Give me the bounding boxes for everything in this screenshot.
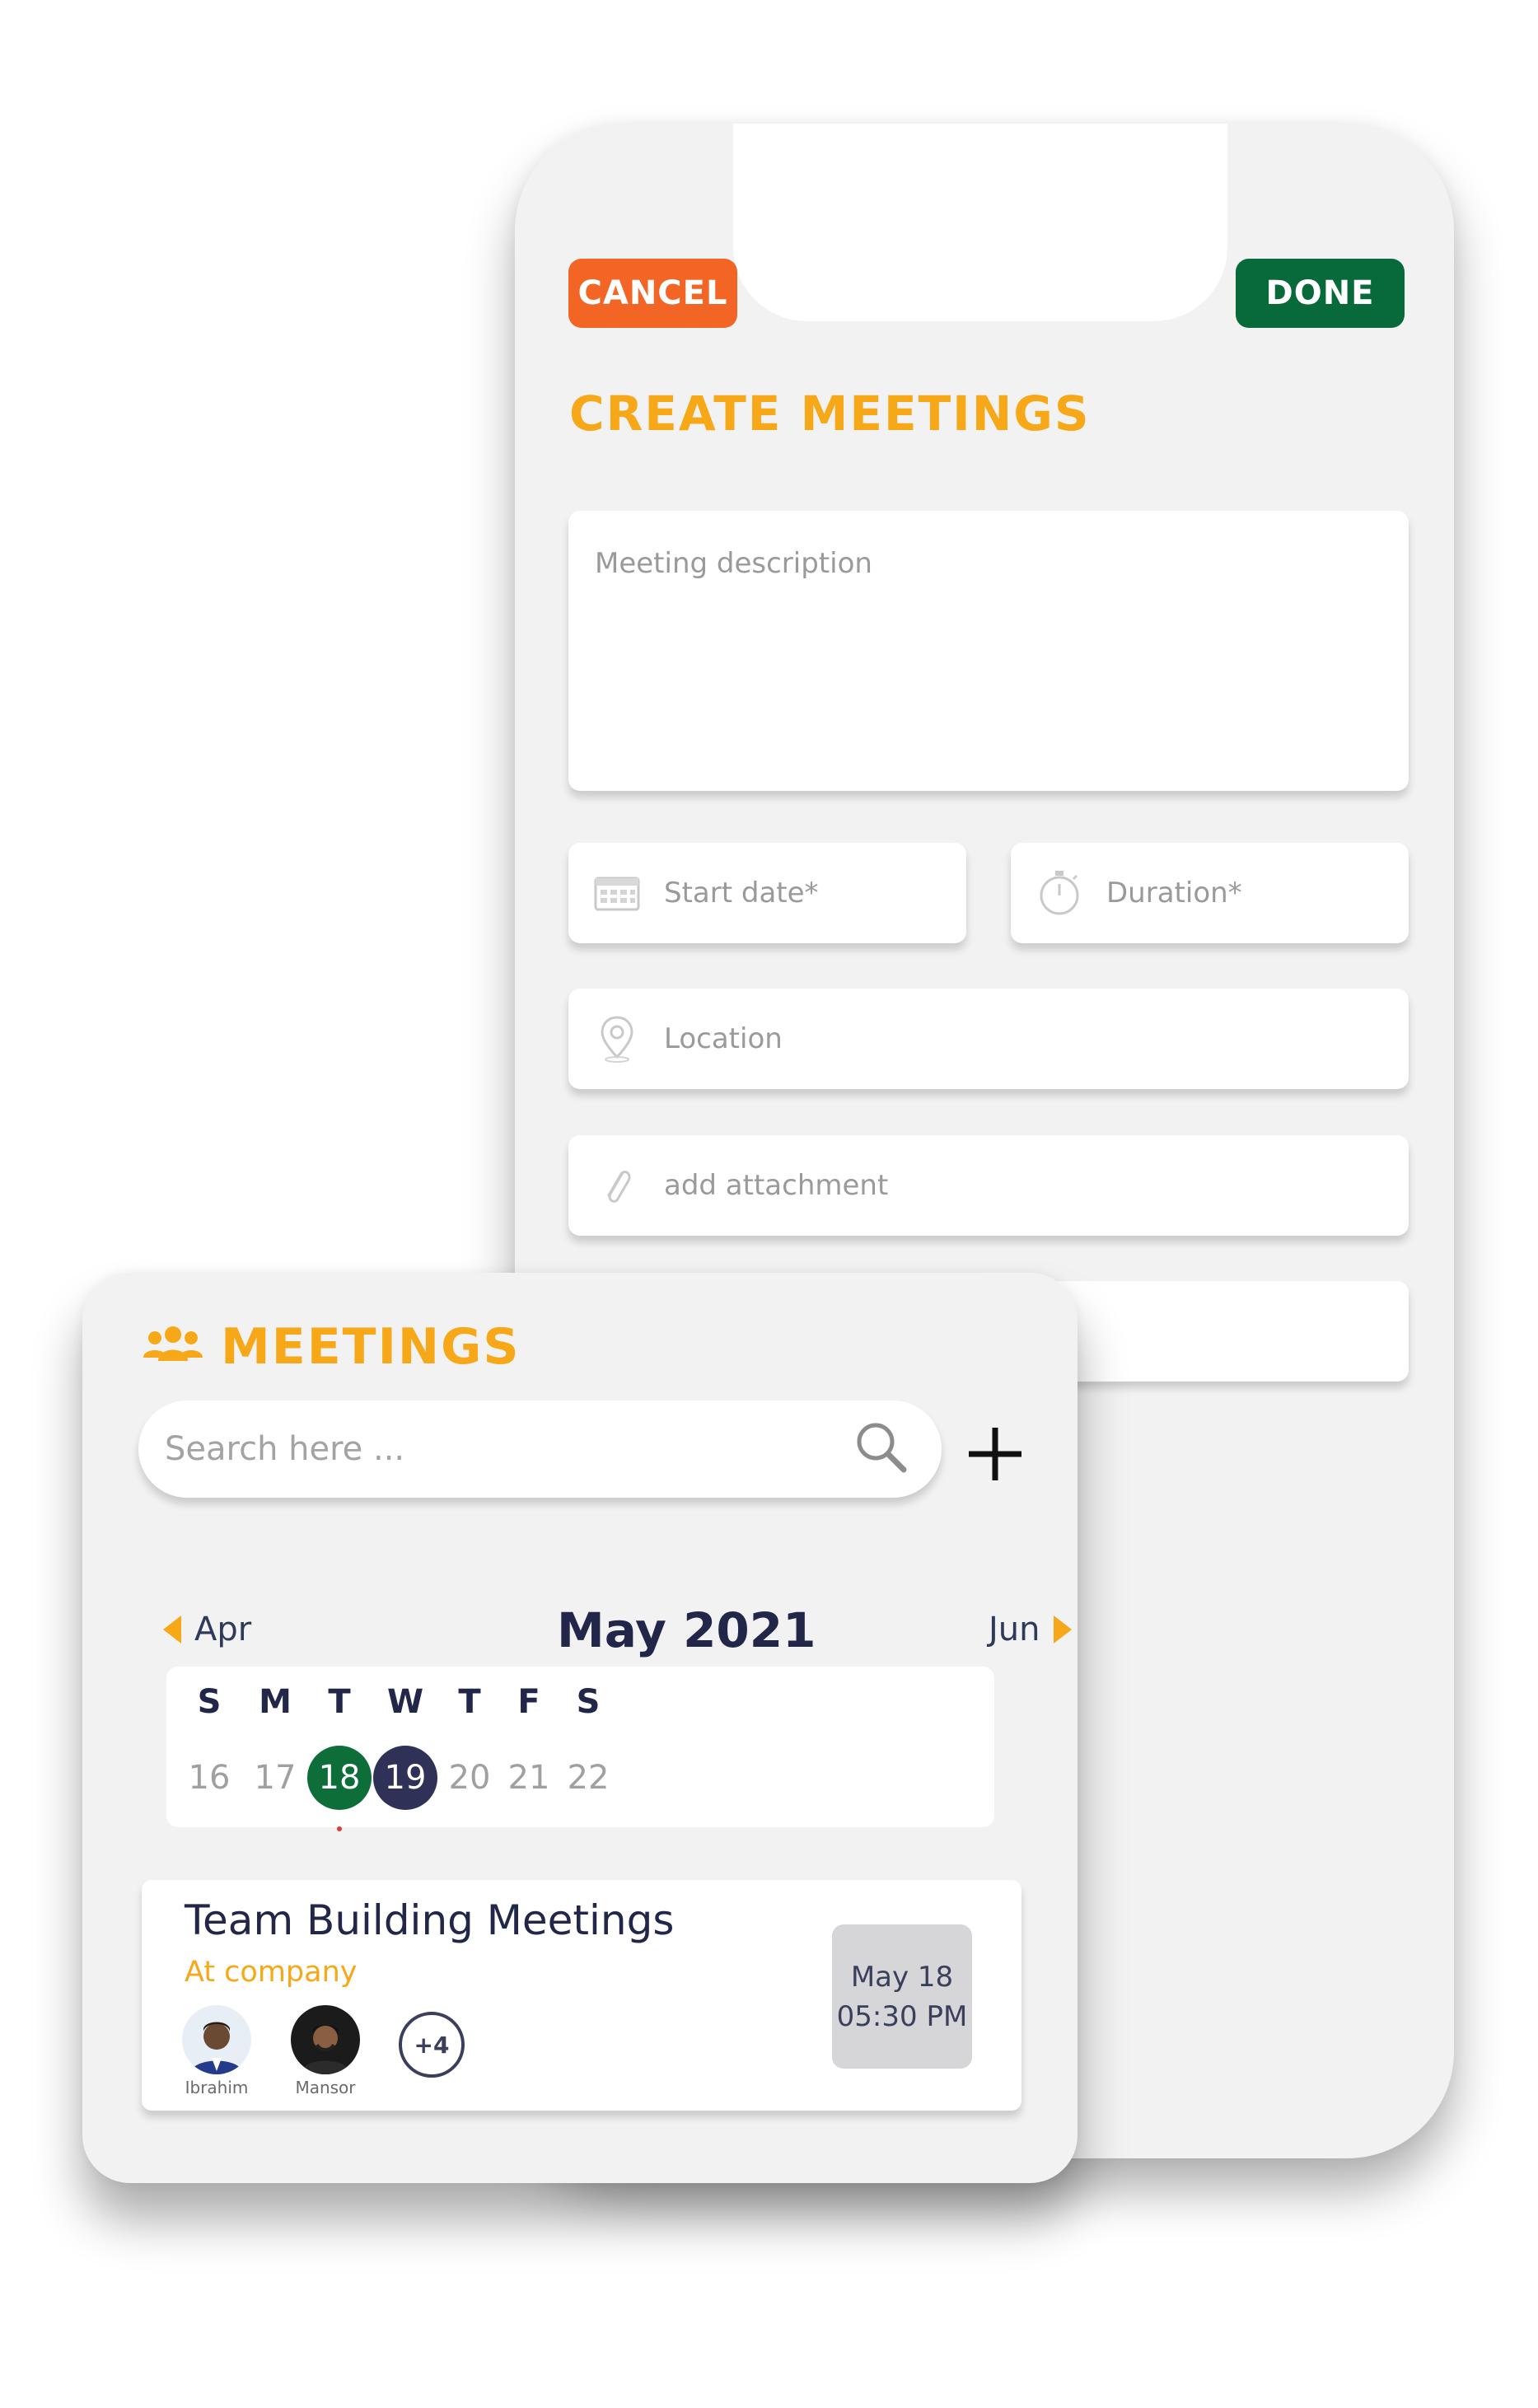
- search-input[interactable]: Search here ...: [165, 1430, 853, 1468]
- meetings-header: MEETINGS: [140, 1318, 521, 1376]
- prev-month-button[interactable]: Apr: [163, 1611, 251, 1648]
- caret-right-icon: [1053, 1615, 1072, 1644]
- attachment-placeholder: add attachment: [664, 1169, 889, 1202]
- duration-field[interactable]: Duration*: [1011, 843, 1409, 943]
- meeting-card[interactable]: Team Building Meetings At company Ibrahi…: [142, 1880, 1021, 2111]
- done-button[interactable]: DONE: [1236, 259, 1405, 328]
- avatar: [182, 2005, 251, 2074]
- meeting-time: 05:30 PM: [836, 1999, 968, 2033]
- meetings-title: MEETINGS: [221, 1318, 521, 1376]
- meeting-date: May 18: [850, 1960, 954, 1994]
- meeting-location: At company: [185, 1956, 358, 1989]
- meeting-description-placeholder: Meeting description: [595, 547, 872, 580]
- stopwatch-icon: [1035, 869, 1083, 917]
- month-navigation: Apr May 2021 Jun: [163, 1602, 1078, 1660]
- prev-month-label: Apr: [194, 1611, 252, 1648]
- attendee-name: Mansor: [295, 2078, 356, 2097]
- avatar: [291, 2005, 360, 2074]
- attendee[interactable]: Ibrahim: [180, 2005, 254, 2097]
- location-pin-icon: [593, 1015, 641, 1063]
- location-placeholder: Location: [664, 1022, 783, 1055]
- cancel-button[interactable]: CANCEL: [568, 259, 737, 328]
- search-bar[interactable]: Search here ...: [138, 1400, 942, 1498]
- page-title: CREATE MEETINGS: [569, 386, 1091, 442]
- week-calendar: S M T W T F S 16 17 18 19 20 21 22: [166, 1667, 994, 1831]
- next-month-button[interactable]: Jun: [989, 1611, 1072, 1648]
- attendee[interactable]: Mansor: [288, 2005, 362, 2097]
- attendee-name: Ibrahim: [185, 2078, 249, 2097]
- calendar-icon: [593, 869, 641, 917]
- paperclip-icon: [593, 1162, 641, 1209]
- attachment-field[interactable]: add attachment: [568, 1135, 1409, 1236]
- current-month: May 2021: [557, 1602, 816, 1658]
- today-circle: 18: [307, 1746, 372, 1810]
- weekday-label: S: [576, 1683, 601, 1721]
- start-date-placeholder: Start date*: [664, 877, 819, 909]
- meetings-card: MEETINGS Search here ... Apr May 2021 Ju…: [82, 1273, 1078, 2183]
- event-indicator-dot: [337, 1826, 342, 1831]
- people-group-icon: [140, 1325, 206, 1369]
- meeting-title: Team Building Meetings: [185, 1896, 675, 1944]
- caret-left-icon: [163, 1615, 181, 1644]
- plus-icon: [969, 1428, 1021, 1480]
- phone-notch: [733, 124, 1227, 321]
- meeting-description-field[interactable]: Meeting description: [568, 511, 1409, 791]
- add-meeting-button[interactable]: [962, 1421, 1028, 1487]
- start-date-field[interactable]: Start date*: [568, 843, 966, 943]
- location-field[interactable]: Location: [568, 989, 1409, 1089]
- more-attendees-badge[interactable]: +4: [399, 2012, 465, 2078]
- calendar-day[interactable]: 22: [547, 1746, 629, 1810]
- search-icon[interactable]: [853, 1419, 910, 1480]
- next-month-label: Jun: [989, 1611, 1040, 1648]
- duration-placeholder: Duration*: [1106, 877, 1242, 909]
- meeting-datetime-badge: May 18 05:30 PM: [832, 1924, 972, 2069]
